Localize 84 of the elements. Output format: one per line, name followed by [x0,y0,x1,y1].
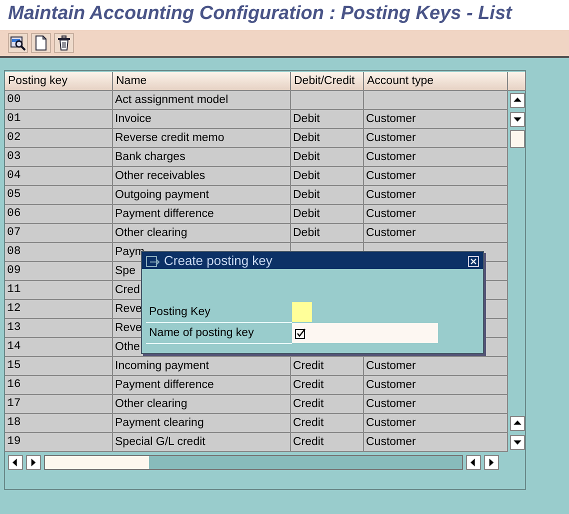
table-cell: Customer [364,167,508,186]
table-cell: Payment clearing [113,414,291,433]
posting-key-cell: 13 [5,319,113,338]
posting-key-cell: 04 [5,167,113,186]
table-cell: Customer [364,395,508,414]
table-cell: Customer [364,129,508,148]
posting-key-cell: 14 [5,338,113,357]
table-cell: Debit [291,224,364,243]
scroll-down-button[interactable] [510,112,524,127]
table-cell: Other clearing [113,224,291,243]
scroll-down-button[interactable] [510,435,524,450]
table-cell: Customer [364,224,508,243]
scroll-left-button[interactable] [466,455,481,470]
window-icon [146,253,160,268]
posting-key-cell: 00 [5,91,113,110]
table-cell: Other receivables [113,167,291,186]
scroll-thumb[interactable] [510,130,524,148]
posting-key-cell: 02 [5,129,113,148]
table-cell: Debit [291,167,364,186]
header-corner [508,72,526,91]
table-cell: Outgoing payment [113,186,291,205]
table-cell: Debit [291,110,364,129]
trash-button[interactable] [54,33,74,53]
posting-key-cell: 11 [5,281,113,300]
table-cell: Customer [364,433,508,452]
table-cell: Debit [291,129,364,148]
details-icon [10,35,26,51]
scroll-thumb[interactable] [45,456,149,469]
table-cell: Credit [291,376,364,395]
input-field[interactable] [292,323,438,343]
table-cell: Credit [291,414,364,433]
posting-key-cell: 18 [5,414,113,433]
posting-key-cell: 15 [5,357,113,376]
input-field[interactable] [292,302,312,322]
table-cell: Customer [364,357,508,376]
posting-key-cell: 07 [5,224,113,243]
close-icon[interactable] [468,253,479,268]
posting-key-cell: 01 [5,110,113,129]
table-cell: Customer [364,110,508,129]
posting-key-cell: 06 [5,205,113,224]
posting-key-cell: 09 [5,262,113,281]
posting-key-cell: 19 [5,433,113,452]
table-cell: Customer [364,414,508,433]
table-cell: Debit [291,186,364,205]
posting-key-cell: 16 [5,376,113,395]
column-header[interactable]: Name [113,72,291,91]
table-cell: Customer [364,205,508,224]
horizontal-scrollbar[interactable] [44,455,463,470]
posting-key-cell: 08 [5,243,113,262]
table-cell: Bank charges [113,148,291,167]
posting-key-cell: 17 [5,395,113,414]
column-header[interactable]: Posting key [5,72,113,91]
posting-key-cell: 03 [5,148,113,167]
table-cell: Other clearing [113,395,291,414]
table-cell: Customer [364,186,508,205]
table-cell: Payment difference [113,376,291,395]
table-cell: Credit [291,433,364,452]
table-cell: Invoice [113,110,291,129]
trash-icon [56,35,71,51]
scroll-right-button[interactable] [484,455,499,470]
table-cell: Incoming payment [113,357,291,376]
table-cell: Customer [364,376,508,395]
scroll-up-button[interactable] [510,93,524,108]
table-cell: Debit [291,205,364,224]
document-icon [34,35,48,51]
table-cell: Credit [291,395,364,414]
table-cell: Credit [291,357,364,376]
posting-key-cell: 12 [5,300,113,319]
screen-title: Maintain Accounting Configuration : Posting Keys - List [8,3,512,24]
checkbox-icon [295,328,306,338]
table-cell: Debit [291,148,364,167]
details-button[interactable] [8,33,28,53]
table-cell: Special G/L credit [113,433,291,452]
column-header[interactable]: Debit/Credit [291,72,364,91]
document-button[interactable] [30,33,51,53]
scroll-right-button[interactable] [26,455,41,470]
table-cell: Act assignment model [113,91,291,110]
table-cell: Payment difference [113,205,291,224]
table-cell: Reverse credit memo [113,129,291,148]
scroll-up-button[interactable] [510,416,524,431]
column-header[interactable]: Account type [364,72,508,91]
table-cell: Customer [364,148,508,167]
posting-key-cell: 05 [5,186,113,205]
scroll-left-button[interactable] [8,455,23,470]
